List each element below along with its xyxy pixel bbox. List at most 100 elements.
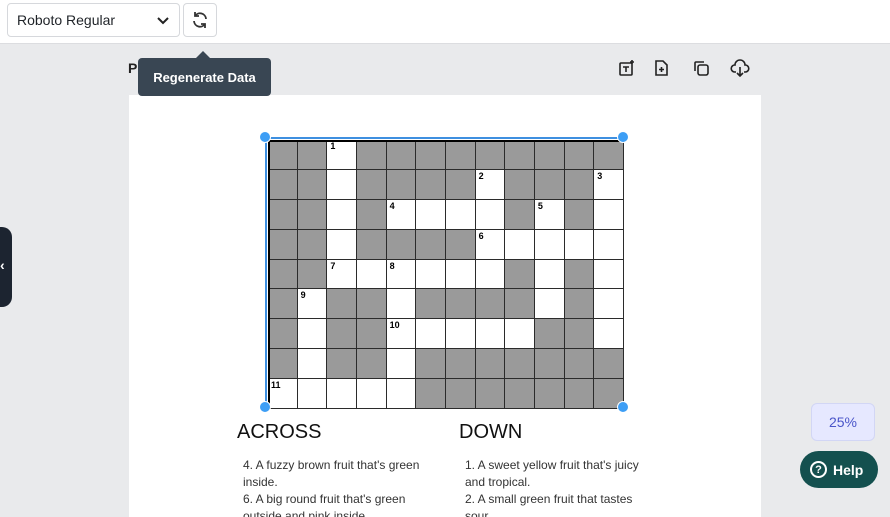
regenerate-button[interactable] xyxy=(183,3,217,37)
crossword-block-cell xyxy=(297,199,328,230)
crossword-block-cell xyxy=(505,140,535,170)
crossword-block-cell xyxy=(386,140,417,170)
crossword-block-cell xyxy=(416,379,446,409)
crossword-cell xyxy=(327,199,357,230)
crossword-cell xyxy=(534,229,565,260)
crossword-block-cell xyxy=(594,140,624,170)
font-select[interactable]: Roboto Regular xyxy=(7,3,180,37)
crossword-block-cell xyxy=(505,259,535,290)
down-clue: 2. A small green fruit that tastes sour. xyxy=(465,492,633,517)
crossword-block-cell xyxy=(564,259,595,290)
crossword-cell xyxy=(505,229,535,260)
clue-number: 8 xyxy=(389,260,395,271)
crossword-block-cell xyxy=(268,259,298,290)
crossword-selection[interactable]: 1 2 3 4 5 6 7 8 9 10 11 xyxy=(265,137,624,409)
crossword-block-cell xyxy=(445,349,476,379)
crossword-block-cell xyxy=(445,229,476,260)
crossword-block-cell xyxy=(534,319,565,350)
crossword-block-cell xyxy=(327,289,357,320)
clue-number: 4 xyxy=(389,200,395,211)
crossword-block-cell xyxy=(356,140,387,170)
down-clue: 1. A sweet yellow fruit that's juicy and… xyxy=(465,458,639,489)
crossword-cell xyxy=(297,349,328,379)
download-icon xyxy=(730,59,750,78)
clue-number: 10 xyxy=(389,320,400,331)
crossword-cell xyxy=(416,259,446,290)
help-button[interactable]: ? Help xyxy=(800,451,878,488)
crossword-cell xyxy=(297,319,328,350)
clue-number: 11 xyxy=(271,380,281,390)
crossword-block-cell xyxy=(297,259,328,290)
crossword-block-cell xyxy=(564,349,595,379)
clue-number: 7 xyxy=(330,260,336,271)
down-clues: 1. A sweet yellow fruit that's juicy and… xyxy=(465,457,645,517)
crossword-block-cell xyxy=(297,140,328,170)
crossword-block-cell xyxy=(505,199,535,230)
crossword-block-cell xyxy=(268,289,298,320)
crossword-cell xyxy=(594,199,624,230)
crossword-cell xyxy=(445,199,476,230)
zoom-level[interactable]: 25% xyxy=(811,403,875,441)
down-heading: DOWN xyxy=(459,421,523,443)
crossword-block-cell xyxy=(505,169,535,200)
crossword-cell xyxy=(594,259,624,290)
crossword-block-cell xyxy=(505,379,535,409)
crossword-cell xyxy=(475,199,506,230)
crossword-cell xyxy=(327,379,357,409)
add-text-button[interactable] xyxy=(616,57,638,79)
crossword-block-cell xyxy=(564,199,595,230)
crossword-cell xyxy=(386,349,417,379)
question-icon: ? xyxy=(810,461,827,478)
crossword-block-cell xyxy=(564,379,595,409)
crossword-block-cell xyxy=(297,229,328,260)
crossword-cell xyxy=(327,169,357,200)
refresh-icon xyxy=(193,12,207,28)
collapse-panel-button[interactable]: ‹ xyxy=(0,227,12,307)
crossword-cell: 1 xyxy=(327,140,357,170)
crossword-block-cell xyxy=(416,229,446,260)
crossword-block-cell xyxy=(356,169,387,200)
crossword-block-cell xyxy=(268,319,298,350)
crossword-block-cell xyxy=(416,169,446,200)
crossword-block-cell xyxy=(475,379,506,409)
crossword-block-cell xyxy=(356,319,387,350)
crossword-cell: 10 xyxy=(386,319,417,350)
resize-handle-bottom-right[interactable] xyxy=(617,401,629,413)
crossword-cell: 5 xyxy=(534,199,565,230)
resize-handle-bottom-left[interactable] xyxy=(259,401,271,413)
crossword-cell xyxy=(297,379,328,409)
clue-number: 6 xyxy=(478,230,484,241)
crossword-block-cell xyxy=(564,169,595,200)
crossword-block-cell xyxy=(534,140,565,170)
crossword-block-cell xyxy=(475,349,506,379)
crossword-block-cell xyxy=(416,349,446,379)
crossword-block-cell xyxy=(356,229,387,260)
crossword-block-cell xyxy=(534,379,565,409)
crossword-block-cell xyxy=(356,349,387,379)
crossword-cell xyxy=(327,229,357,260)
add-page-icon xyxy=(655,60,668,76)
crossword-cell: 3 xyxy=(594,169,624,200)
crossword-cell xyxy=(534,289,565,320)
crossword-block-cell xyxy=(564,319,595,350)
duplicate-button[interactable] xyxy=(690,57,712,79)
crossword-block-cell xyxy=(534,169,565,200)
across-clue: 4. A fuzzy brown fruit that's green insi… xyxy=(243,458,420,489)
crossword-cell: 2 xyxy=(475,169,506,200)
across-clue: 6. A big round fruit that's green outsid… xyxy=(243,492,406,517)
resize-handle-top-left[interactable] xyxy=(259,131,271,143)
add-page-button[interactable] xyxy=(650,57,672,79)
crossword-block-cell xyxy=(416,140,446,170)
crossword-grid: 1 2 3 4 5 6 7 8 9 10 11 xyxy=(268,140,624,409)
resize-handle-top-right[interactable] xyxy=(617,131,629,143)
crossword-block-cell xyxy=(297,169,328,200)
crossword-block-cell xyxy=(564,140,595,170)
across-heading: ACROSS xyxy=(237,421,322,443)
download-button[interactable] xyxy=(729,57,751,79)
crossword-cell: 8 xyxy=(386,259,417,290)
crossword-block-cell xyxy=(594,349,624,379)
crossword-cell xyxy=(445,259,476,290)
crossword-block-cell xyxy=(416,289,446,320)
chevron-left-icon: ‹ xyxy=(0,257,5,273)
crossword-block-cell xyxy=(505,289,535,320)
